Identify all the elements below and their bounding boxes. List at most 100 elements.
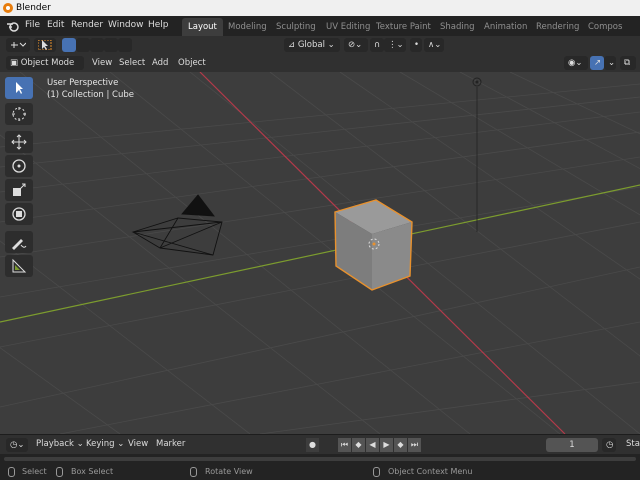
menu-select[interactable]: Select	[119, 58, 145, 68]
tool-cursor[interactable]	[5, 103, 33, 125]
invert-selection-button[interactable]	[104, 38, 118, 52]
status-select: Select	[22, 467, 47, 476]
playback-menu[interactable]: Playback ⌄	[36, 439, 84, 449]
tab-animation[interactable]: Animation	[478, 18, 533, 36]
middle-mouse-icon	[190, 467, 197, 477]
tool-annotate[interactable]	[5, 231, 33, 253]
cube-object[interactable]	[334, 199, 413, 291]
stopwatch-icon: ◷	[606, 440, 614, 450]
menu-window[interactable]: Window	[108, 20, 144, 30]
timeline-header: ◷⌄ Playback ⌄ Keying ⌄ View Marker ● ⏮ ◆…	[0, 434, 640, 454]
tool-measure[interactable]	[5, 255, 33, 277]
prev-keyframe-icon: ◆	[355, 440, 362, 449]
gizmo-toggle[interactable]: ↗	[590, 56, 604, 70]
tab-uv-editing[interactable]: UV Editing	[320, 18, 376, 36]
prev-keyframe-button[interactable]: ◆	[352, 438, 365, 452]
tool-move[interactable]	[5, 131, 33, 153]
chevron-down-icon: ⌄	[608, 58, 616, 68]
menu-edit[interactable]: Edit	[47, 20, 64, 30]
proportional-edit-toggle[interactable]: •	[410, 38, 422, 52]
menu-help[interactable]: Help	[148, 20, 169, 30]
3d-viewport[interactable]: User Perspective (1) Collection | Cube	[0, 72, 640, 434]
perspective-label: User Perspective	[47, 78, 119, 88]
menu-file[interactable]: File	[25, 20, 40, 30]
tab-modeling[interactable]: Modeling	[222, 18, 273, 36]
intersect-selection-button[interactable]	[118, 38, 132, 52]
record-icon: ●	[309, 440, 316, 449]
editor-type-icon	[11, 42, 27, 48]
object-mode-icon: ▣	[10, 58, 21, 68]
record-button[interactable]: ●	[306, 438, 319, 452]
object-mode-dropdown[interactable]: ▣ Object Mode ⌄	[6, 56, 84, 78]
proportional-icon: •	[414, 40, 420, 50]
current-frame-field[interactable]: 1	[546, 438, 598, 452]
jump-end-button[interactable]: ⏭	[408, 438, 421, 452]
status-rotate-view: Rotate View	[205, 467, 253, 476]
camera-object[interactable]	[131, 194, 223, 256]
play-button[interactable]: ▶	[380, 438, 393, 452]
preview-range-toggle[interactable]: ◷	[602, 438, 616, 452]
tool-scale[interactable]	[5, 179, 33, 201]
play-reverse-icon: ◀	[369, 440, 376, 449]
clock-icon: ◷⌄	[10, 440, 25, 450]
tool-shelf	[5, 77, 35, 280]
menu-render[interactable]: Render	[71, 20, 103, 30]
timeline-view-menu[interactable]: View	[128, 439, 148, 449]
new-selection-button[interactable]	[62, 38, 76, 52]
orientation-icon: ⊿	[288, 40, 298, 50]
status-box-select: Box Select	[71, 467, 114, 476]
blender-logo-icon	[3, 3, 13, 13]
gizmo-dropdown[interactable]: ⌄	[604, 56, 616, 70]
blender-menu-icon[interactable]	[6, 20, 20, 32]
menu-view[interactable]: View	[92, 58, 112, 68]
visibility-dropdown[interactable]: ◉⌄	[564, 56, 588, 70]
tab-compositing[interactable]: Compos	[582, 18, 628, 36]
rotate-icon	[12, 159, 26, 173]
next-keyframe-button[interactable]: ◆	[394, 438, 407, 452]
play-reverse-button[interactable]: ◀	[366, 438, 379, 452]
falloff-curve-icon: ∧⌄	[428, 40, 442, 50]
jump-start-button[interactable]: ⏮	[338, 438, 351, 452]
tab-shading[interactable]: Shading	[434, 18, 481, 36]
timeline-editor-type[interactable]: ◷⌄	[6, 438, 28, 452]
tab-sculpting[interactable]: Sculpting	[270, 18, 322, 36]
y-axis-line	[0, 184, 640, 323]
keying-menu[interactable]: Keying ⌄	[86, 439, 124, 449]
title-bar: Blender	[0, 0, 640, 16]
menu-add[interactable]: Add	[152, 58, 168, 68]
tool-rotate[interactable]	[5, 155, 33, 177]
ruler-icon	[12, 258, 27, 273]
pivot-icon: ⊘⌄	[348, 40, 363, 50]
snap-icon: ⋮⌄	[388, 40, 404, 50]
overlay-toggle[interactable]: ⧉	[620, 56, 636, 70]
marker-menu[interactable]: Marker	[156, 439, 185, 449]
editor-type-button[interactable]	[6, 38, 30, 52]
left-drag-mouse-icon	[56, 467, 63, 477]
tool-select-box[interactable]	[5, 77, 33, 99]
snap-toggle[interactable]: ∩	[370, 38, 384, 52]
status-context-menu: Object Context Menu	[388, 467, 473, 476]
subtract-selection-button[interactable]	[90, 38, 104, 52]
select-mode-button[interactable]	[34, 38, 56, 52]
tab-rendering[interactable]: Rendering	[530, 18, 585, 36]
timeline-scrubber[interactable]	[0, 454, 640, 464]
pivot-point-dropdown[interactable]: ⊘⌄	[344, 38, 368, 52]
pencil-icon	[12, 239, 27, 250]
jump-end-icon: ⏭	[410, 440, 419, 449]
extend-selection-button[interactable]	[76, 38, 90, 52]
jump-start-icon: ⏮	[340, 440, 349, 449]
tool-header: ⊿ Global ⌄ ⊘⌄ ∩ ⋮⌄ • ∧⌄	[0, 36, 640, 54]
overlay-icon: ⧉	[624, 58, 631, 68]
tool-transform[interactable]	[5, 203, 33, 225]
cursor-arrow-icon	[16, 82, 23, 94]
collection-label: (1) Collection | Cube	[47, 90, 135, 100]
menu-object[interactable]: Object	[178, 58, 206, 68]
gizmo-icon: ↗	[594, 58, 602, 68]
tab-layout[interactable]: Layout	[182, 18, 223, 36]
snap-target-dropdown[interactable]: ⋮⌄	[384, 38, 406, 52]
timeline-track[interactable]	[4, 457, 636, 461]
window-title: Blender	[16, 3, 51, 13]
tab-texture-paint[interactable]: Texture Paint	[370, 18, 437, 36]
falloff-dropdown[interactable]: ∧⌄	[424, 38, 444, 52]
orientation-dropdown[interactable]: ⊿ Global ⌄	[284, 38, 340, 52]
